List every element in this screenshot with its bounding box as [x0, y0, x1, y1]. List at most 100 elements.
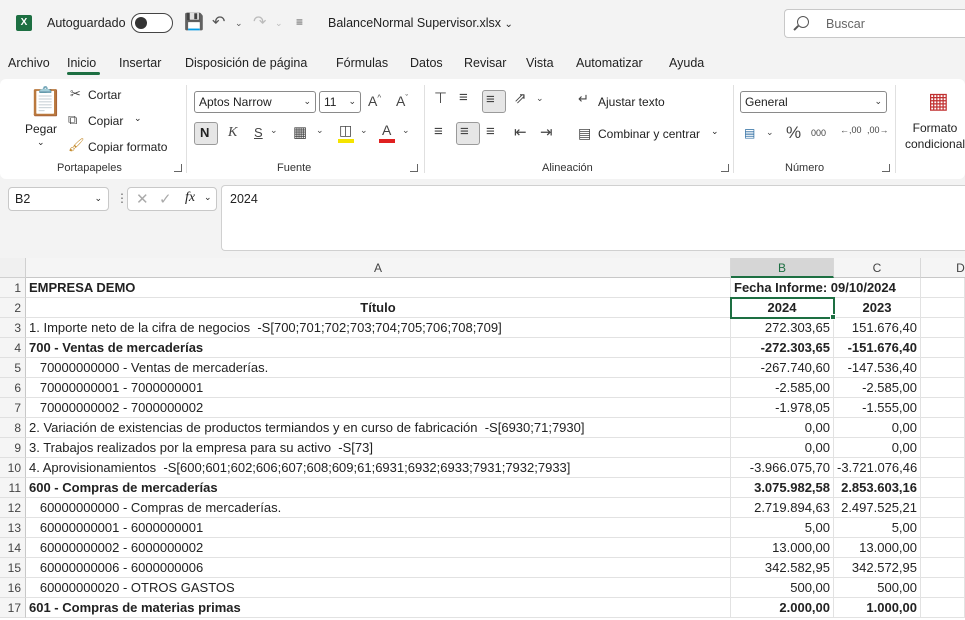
- row-header[interactable]: 10: [0, 458, 26, 478]
- chevron-down-icon[interactable]: ⌄: [204, 192, 212, 203]
- redo-icon[interactable]: ↷: [253, 12, 266, 32]
- align-center-icon[interactable]: ≡: [460, 123, 469, 140]
- column-header-a[interactable]: A: [26, 258, 731, 278]
- cell-c[interactable]: 342.572,95: [834, 558, 921, 578]
- cell-b[interactable]: 5,00: [731, 518, 834, 538]
- cell-a[interactable]: 601 - Compras de materias primas: [26, 598, 731, 618]
- conditional-format-button[interactable]: Formato condicional: [905, 120, 965, 154]
- cell-b[interactable]: -3.966.075,70: [731, 458, 834, 478]
- font-color-dropdown-icon[interactable]: ⌄: [402, 125, 410, 136]
- cell-b[interactable]: 0,00: [731, 438, 834, 458]
- cell-c[interactable]: 2.497.525,21: [834, 498, 921, 518]
- font-size-select[interactable]: 11 ⌄: [319, 91, 361, 113]
- row-header[interactable]: 6: [0, 378, 26, 398]
- cell-d[interactable]: [921, 498, 965, 518]
- tab-disposicion[interactable]: Disposición de página: [185, 56, 307, 70]
- column-header-c[interactable]: C: [834, 258, 921, 278]
- wrap-text-button[interactable]: Ajustar texto: [598, 95, 665, 109]
- cell-c[interactable]: 0,00: [834, 438, 921, 458]
- row-header[interactable]: 8: [0, 418, 26, 438]
- tab-archivo[interactable]: Archivo: [8, 56, 50, 70]
- cell-d[interactable]: [921, 538, 965, 558]
- cell-c[interactable]: 1.000,00: [834, 598, 921, 618]
- cell-d[interactable]: [921, 478, 965, 498]
- format-painter-button[interactable]: Copiar formato: [88, 140, 167, 154]
- orientation-dropdown-icon[interactable]: ⌄: [536, 93, 544, 104]
- cell-c[interactable]: 0,00: [834, 418, 921, 438]
- cell-a[interactable]: 60000000006 - 6000000006: [26, 558, 731, 578]
- cell-d[interactable]: [921, 598, 965, 618]
- cell-c[interactable]: -147.536,40: [834, 358, 921, 378]
- undo-icon[interactable]: ↶: [212, 12, 225, 32]
- cell-d[interactable]: [921, 438, 965, 458]
- cell-d[interactable]: [921, 578, 965, 598]
- autosave-toggle[interactable]: [131, 13, 173, 33]
- align-right-icon[interactable]: ≡: [486, 123, 495, 140]
- cell-a[interactable]: EMPRESA DEMO: [26, 278, 731, 298]
- row-header[interactable]: 5: [0, 358, 26, 378]
- cell-b[interactable]: 342.582,95: [731, 558, 834, 578]
- align-middle-icon[interactable]: ≡: [459, 89, 468, 106]
- orientation-icon[interactable]: ⇗: [514, 89, 527, 107]
- cell-d[interactable]: [921, 298, 965, 318]
- cell-b[interactable]: Fecha Informe: 09/10/2024: [731, 278, 921, 298]
- tab-inicio[interactable]: Inicio: [67, 56, 96, 70]
- search-input[interactable]: Buscar: [784, 9, 965, 38]
- row-header[interactable]: 3: [0, 318, 26, 338]
- cell-b[interactable]: 2.000,00: [731, 598, 834, 618]
- cell-d[interactable]: [921, 338, 965, 358]
- number-format-select[interactable]: General ⌄: [740, 91, 887, 113]
- italic-button[interactable]: K: [228, 125, 237, 141]
- row-header[interactable]: 2: [0, 298, 26, 318]
- save-icon[interactable]: 💾: [184, 12, 204, 32]
- cell-a[interactable]: Título: [26, 298, 731, 318]
- thousands-button[interactable]: 000: [811, 128, 826, 138]
- cell-c[interactable]: 2.853.603,16: [834, 478, 921, 498]
- row-header[interactable]: 16: [0, 578, 26, 598]
- cell-c[interactable]: -1.555,00: [834, 398, 921, 418]
- select-all-corner[interactable]: [0, 258, 26, 278]
- cell-d[interactable]: [921, 278, 965, 298]
- paste-dropdown-icon[interactable]: ⌄: [37, 137, 45, 148]
- font-name-select[interactable]: Aptos Narrow ⌄: [194, 91, 316, 113]
- undo-dropdown-icon[interactable]: ⌄: [235, 18, 243, 29]
- underline-dropdown-icon[interactable]: ⌄: [270, 125, 278, 136]
- name-box[interactable]: B2 ⌄: [8, 187, 109, 211]
- fill-dropdown-icon[interactable]: ⌄: [360, 125, 368, 136]
- enter-icon[interactable]: ✓: [159, 190, 172, 208]
- cell-d[interactable]: [921, 398, 965, 418]
- cell-d[interactable]: [921, 418, 965, 438]
- font-color-icon[interactable]: A: [382, 122, 391, 138]
- tab-revisar[interactable]: Revisar: [464, 56, 506, 70]
- cell-a[interactable]: 2. Variación de existencias de productos…: [26, 418, 731, 438]
- increase-indent-icon[interactable]: ⇥: [540, 123, 553, 141]
- dialog-launcher-icon[interactable]: [882, 164, 890, 172]
- cell-b[interactable]: 500,00: [731, 578, 834, 598]
- cell-c[interactable]: 500,00: [834, 578, 921, 598]
- cell-b[interactable]: 2024: [731, 298, 834, 318]
- insert-function-icon[interactable]: fx: [185, 190, 195, 206]
- cell-b[interactable]: 272.303,65: [731, 318, 834, 338]
- cell-a[interactable]: 70000000002 - 7000000002: [26, 398, 731, 418]
- cell-c[interactable]: 151.676,40: [834, 318, 921, 338]
- cell-c[interactable]: 5,00: [834, 518, 921, 538]
- cell-d[interactable]: [921, 358, 965, 378]
- dialog-launcher-icon[interactable]: [721, 164, 729, 172]
- row-header[interactable]: 9: [0, 438, 26, 458]
- merge-center-button[interactable]: Combinar y centrar: [598, 127, 700, 141]
- cell-c[interactable]: -151.676,40: [834, 338, 921, 358]
- row-header[interactable]: 11: [0, 478, 26, 498]
- cell-a[interactable]: 3. Trabajos realizados por la empresa pa…: [26, 438, 731, 458]
- row-header[interactable]: 14: [0, 538, 26, 558]
- fill-handle[interactable]: [830, 314, 836, 320]
- cell-a[interactable]: 70000000000 - Ventas de mercaderías.: [26, 358, 731, 378]
- cell-b[interactable]: -2.585,00: [731, 378, 834, 398]
- copy-dropdown-icon[interactable]: ⌄: [134, 113, 142, 124]
- cell-d[interactable]: [921, 318, 965, 338]
- align-bottom-icon[interactable]: ≡: [486, 91, 495, 108]
- copy-button[interactable]: Copiar: [88, 114, 123, 128]
- cell-a[interactable]: 70000000001 - 7000000001: [26, 378, 731, 398]
- percent-button[interactable]: %: [786, 123, 801, 143]
- cell-b[interactable]: 2.719.894,63: [731, 498, 834, 518]
- shrink-font-icon[interactable]: Aˇ: [396, 93, 408, 109]
